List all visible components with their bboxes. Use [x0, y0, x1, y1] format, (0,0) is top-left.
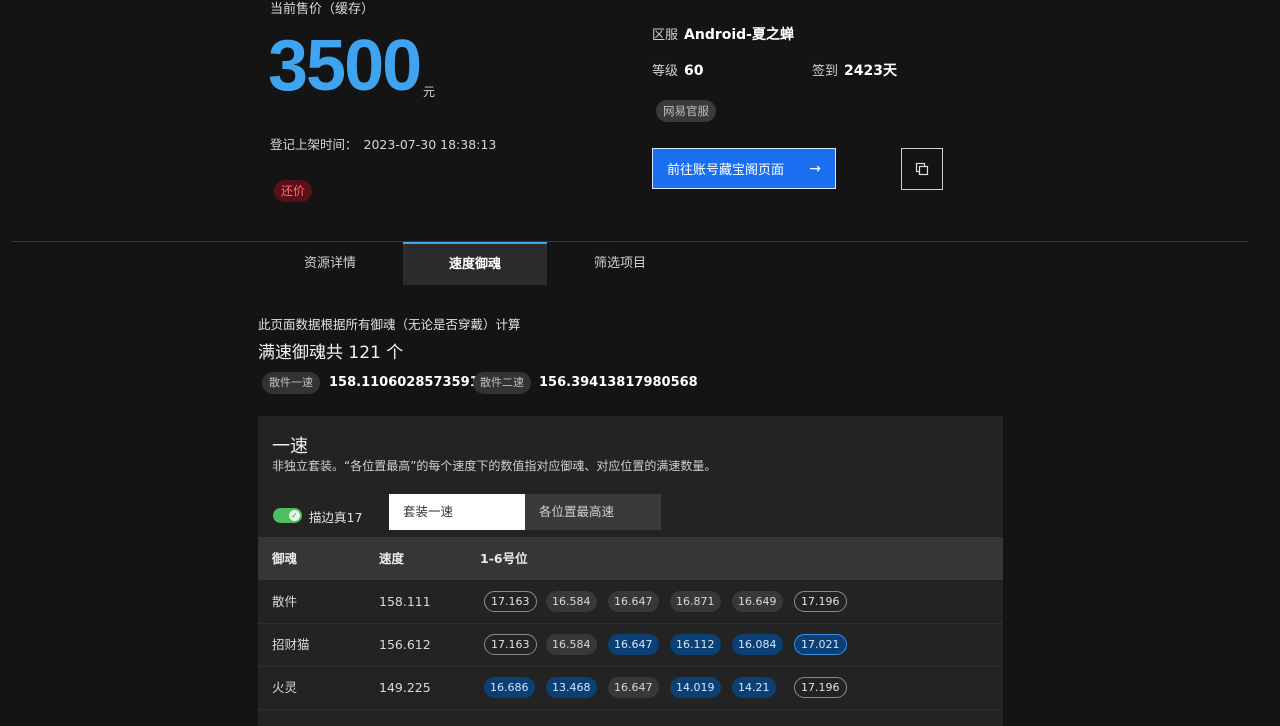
slot-5-speed: 16.084 [732, 634, 783, 655]
server-row: 区服 Android-夏之蝉 [652, 24, 794, 44]
slot-3-speed: 16.647 [608, 634, 659, 655]
row-yuhun-name: 散件 [272, 594, 298, 609]
row-speed: 156.612 [379, 637, 431, 652]
arrow-right-icon: → [809, 160, 821, 177]
full-speed-count: 满速御魂共 121 个 [258, 343, 404, 363]
row-yuhun-name: 火灵 [272, 680, 298, 695]
slot-2-speed: 16.584 [546, 591, 597, 612]
table-header: 御魂 速度 1-6号位 [258, 537, 1003, 580]
panel-title: 一速 [272, 436, 308, 457]
speed-chip-1-label: 散件一速 [262, 372, 320, 394]
goto-cangbaoge-button[interactable]: 前往账号藏宝阁页面 → [652, 148, 836, 189]
segment-set-first-speed[interactable]: 套装一速 [389, 494, 525, 530]
listed-time-label: 登记上架时间： [270, 137, 358, 152]
panel-description: 非独立套装。“各位置最高”的每个速度下的数值指对应御魂、对应位置的满速数量。 [272, 459, 717, 473]
price-unit: 元 [423, 85, 436, 99]
outline-toggle[interactable]: ✓ [273, 508, 302, 523]
speed-chip-2-label: 散件二速 [473, 372, 531, 394]
segment-max-per-slot[interactable]: 各位置最高速 [525, 494, 661, 530]
slot-4-speed: 16.112 [670, 634, 721, 655]
outline-toggle-label: 描边真17 [309, 510, 363, 525]
tab-resource-details[interactable]: 资源详情 [258, 242, 402, 285]
slot-4-speed: 16.871 [670, 591, 721, 612]
slot-6-speed: 17.196 [794, 591, 847, 612]
row-speed: 149.225 [379, 680, 431, 695]
row-speed: 158.111 [379, 594, 431, 609]
price-label: 当前售价（缓存） [270, 2, 375, 17]
slot-1-speed: 17.163 [484, 591, 537, 612]
slot-6-speed: 17.196 [794, 677, 847, 698]
row-yuhun-name: 招财猫 [272, 637, 310, 652]
level-row: 等级 60 [652, 60, 704, 79]
speed-chip-1-value: 158.11060285735914 [329, 375, 488, 390]
slot-2-speed: 13.468 [546, 677, 597, 698]
slot-2-speed: 16.584 [546, 634, 597, 655]
checkin-label: 签到 [812, 64, 839, 79]
slot-3-speed: 16.647 [608, 677, 659, 698]
copy-button[interactable] [901, 148, 943, 190]
header-yuhun: 御魂 [272, 551, 298, 566]
calc-note: 此页面数据根据所有御魂（无论是否穿戴）计算 [258, 317, 521, 332]
speed-chip-2-value: 156.39413817980568 [539, 375, 698, 390]
goto-button-label: 前往账号藏宝阁页面 [667, 163, 785, 178]
header-slots: 1-6号位 [480, 551, 528, 566]
level-value: 60 [684, 63, 704, 79]
check-icon: ✓ [289, 510, 300, 521]
slot-4-speed: 14.019 [670, 677, 721, 698]
copy-icon [915, 162, 929, 176]
header-speed: 速度 [379, 551, 405, 566]
slot-6-speed: 17.021 [794, 634, 847, 655]
level-label: 等级 [652, 64, 679, 79]
slot-1-speed: 16.686 [484, 677, 535, 698]
server-label: 区服 [652, 28, 679, 43]
checkin-value: 2423天 [844, 63, 897, 79]
slot-5-speed: 16.649 [732, 591, 783, 612]
listed-time-row: 登记上架时间： 2023-07-30 18:38:13 [270, 134, 496, 153]
tab-speed-yuhun[interactable]: 速度御魂 [403, 242, 547, 285]
first-speed-panel: 一速 非独立套装。“各位置最高”的每个速度下的数值指对应御魂、对应位置的满速数量… [258, 416, 1003, 726]
table-row: 火灵 149.225 16.686 13.468 16.647 14.019 14.21 17… [258, 666, 1003, 710]
server-value: Android-夏之蝉 [684, 27, 794, 43]
bargain-tag: 还价 [274, 180, 313, 202]
table-row: 招财猫 156.612 17.163 16.584 16.647 16.112 16.084… [258, 623, 1003, 667]
checkin-row: 签到 2423天 [812, 60, 897, 80]
slot-5-speed: 14.21 [732, 677, 776, 698]
table-row: 散件 158.111 17.163 16.584 16.647 16.871 16.649 1… [258, 580, 1003, 624]
listed-time-value: 2023-07-30 18:38:13 [363, 137, 497, 152]
official-server-tag: 网易官服 [656, 100, 716, 122]
slot-3-speed: 16.647 [608, 591, 659, 612]
slot-1-speed: 17.163 [484, 634, 537, 655]
tab-filter-items[interactable]: 筛选项目 [548, 242, 692, 285]
price-value: 3500 [268, 26, 422, 106]
